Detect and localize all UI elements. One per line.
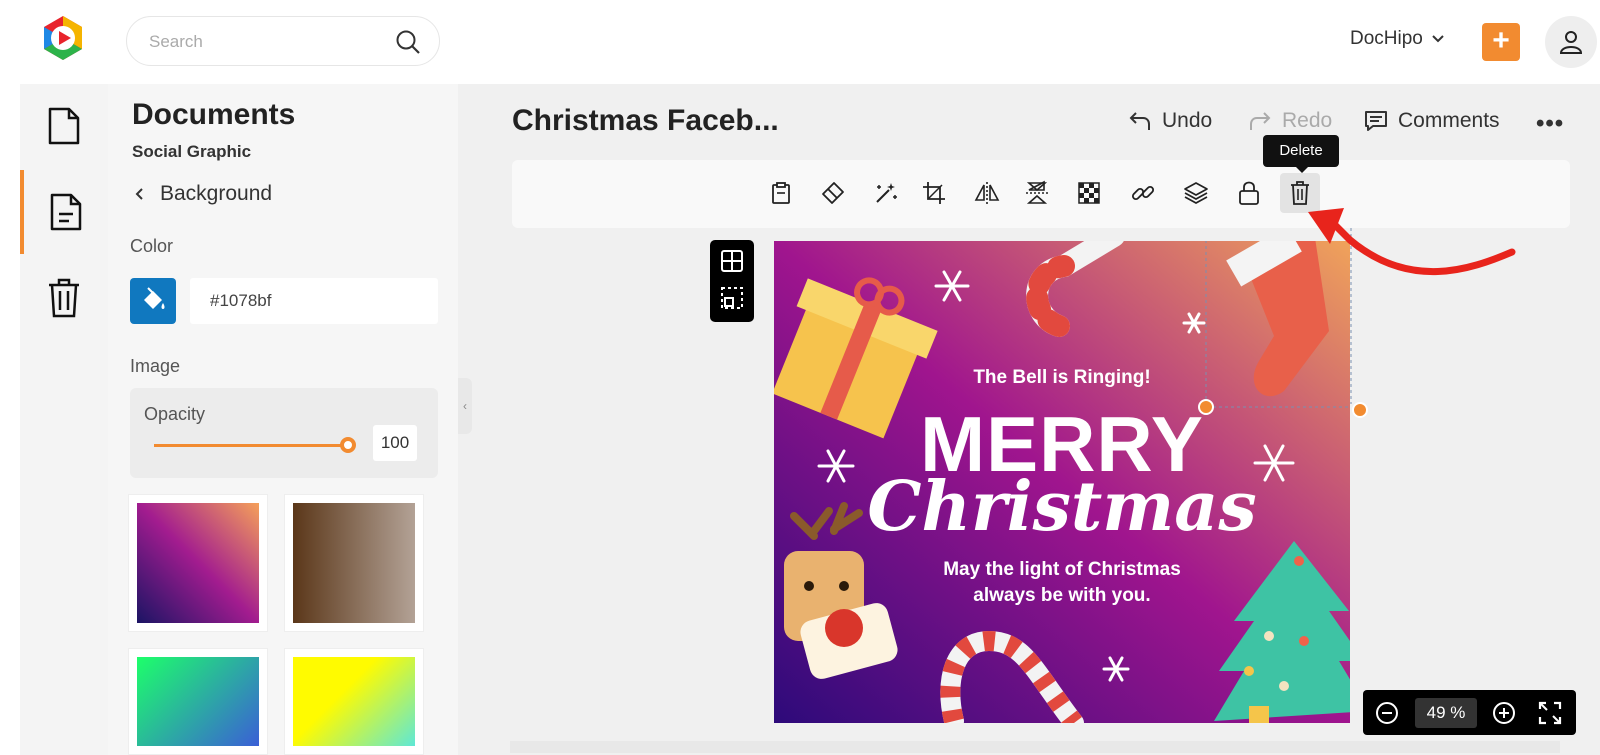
delete-tooltip: Delete bbox=[1263, 135, 1339, 173]
undo-button[interactable]: Undo bbox=[1128, 109, 1212, 133]
opacity-slider-handle[interactable] bbox=[340, 437, 356, 453]
search-icon[interactable] bbox=[395, 29, 421, 55]
layers-button[interactable] bbox=[1176, 173, 1216, 213]
gradient-thumbnail[interactable] bbox=[128, 648, 268, 755]
zoom-out-icon[interactable] bbox=[1375, 701, 1399, 725]
redo-label: Redo bbox=[1282, 109, 1333, 132]
eraser-button[interactable] bbox=[813, 173, 853, 213]
transparency-icon bbox=[1078, 182, 1100, 204]
rail-pages[interactable] bbox=[20, 170, 108, 254]
account-menu[interactable]: DocHipo bbox=[1350, 28, 1445, 50]
comments-label: Comments bbox=[1398, 109, 1500, 132]
transparency-button[interactable] bbox=[1069, 173, 1109, 213]
annotation-arrow bbox=[1308, 208, 1516, 275]
user-icon bbox=[1559, 31, 1583, 54]
design-message-line-2[interactable]: always be with you. bbox=[774, 585, 1350, 607]
trash-icon bbox=[49, 278, 79, 318]
paint-bucket-icon bbox=[144, 287, 165, 309]
search-input[interactable] bbox=[149, 30, 369, 54]
panel-title: Documents bbox=[132, 98, 296, 131]
comments-button[interactable]: Comments bbox=[1364, 109, 1500, 133]
back-button[interactable]: Background bbox=[134, 182, 272, 206]
canvas-side-tools bbox=[710, 240, 754, 322]
zoom-unit: % bbox=[1450, 703, 1466, 722]
crop-icon bbox=[923, 182, 945, 204]
opacity-control: Opacity 100 bbox=[130, 388, 438, 478]
redo-icon bbox=[1250, 112, 1271, 130]
zoom-percent: 49 bbox=[1426, 703, 1446, 722]
flip-horizontal-button[interactable] bbox=[967, 173, 1007, 213]
search-box[interactable] bbox=[126, 16, 440, 66]
background-panel: Documents Social Graphic Background Colo… bbox=[108, 84, 458, 755]
clipboard-button[interactable] bbox=[761, 173, 801, 213]
design-canvas[interactable]: The Bell is Ringing! MERRY Christmas May… bbox=[774, 241, 1350, 723]
rail-documents[interactable] bbox=[20, 84, 108, 168]
undo-icon bbox=[1129, 112, 1150, 130]
grid-icon[interactable] bbox=[721, 250, 743, 272]
clipboard-icon bbox=[772, 182, 790, 204]
lock-button[interactable] bbox=[1229, 173, 1269, 213]
add-button[interactable]: + bbox=[1482, 23, 1520, 61]
lock-icon bbox=[1239, 181, 1259, 205]
flip-vertical-icon bbox=[1026, 180, 1048, 204]
panel-subtitle: Social Graphic bbox=[132, 142, 252, 161]
document-icon bbox=[48, 107, 80, 145]
dochipo-logo[interactable] bbox=[40, 14, 86, 62]
flip-horizontal-icon bbox=[974, 182, 1000, 204]
zoom-control: 49 % bbox=[1363, 690, 1576, 735]
back-label: Background bbox=[160, 182, 273, 205]
link-button[interactable] bbox=[1123, 173, 1163, 213]
eraser-icon bbox=[822, 182, 844, 204]
opacity-value[interactable]: 100 bbox=[373, 425, 417, 461]
chevron-down-icon bbox=[1432, 35, 1444, 43]
top-bar: DocHipo + bbox=[0, 0, 1600, 84]
opacity-label: Opacity bbox=[144, 404, 206, 424]
color-hex-input[interactable] bbox=[190, 278, 438, 324]
crop-button[interactable] bbox=[914, 173, 954, 213]
gradient-thumbnail[interactable] bbox=[128, 494, 268, 632]
collapse-panel-button[interactable]: ‹ bbox=[458, 378, 472, 434]
magic-wand-button[interactable] bbox=[866, 173, 906, 213]
select-area-icon[interactable] bbox=[721, 287, 743, 309]
gradient-thumbnail[interactable] bbox=[284, 648, 424, 755]
opacity-slider-track[interactable] bbox=[154, 444, 350, 447]
image-label: Image bbox=[130, 356, 181, 376]
design-message-line-1[interactable]: May the light of Christmas bbox=[774, 559, 1350, 581]
document-title[interactable]: Christmas Faceb... bbox=[512, 104, 779, 138]
undo-label: Undo bbox=[1162, 109, 1213, 132]
flip-vertical-button[interactable] bbox=[1017, 173, 1057, 213]
layers-icon bbox=[1184, 182, 1208, 204]
fullscreen-icon[interactable] bbox=[1537, 700, 1563, 726]
design-tagline[interactable]: The Bell is Ringing! bbox=[774, 367, 1350, 389]
zoom-value[interactable]: 49 % bbox=[1415, 698, 1477, 728]
rail-trash[interactable] bbox=[20, 256, 108, 340]
chevron-left-icon bbox=[135, 188, 143, 200]
avatar[interactable] bbox=[1545, 16, 1597, 68]
color-picker-button[interactable] bbox=[130, 278, 176, 324]
design-script-text[interactable]: Christmas bbox=[774, 467, 1350, 547]
account-name: DocHipo bbox=[1350, 28, 1423, 49]
page-icon bbox=[50, 193, 82, 231]
magic-wand-icon bbox=[876, 183, 897, 203]
gradient-thumbnail[interactable] bbox=[284, 494, 424, 632]
link-icon bbox=[1131, 185, 1155, 201]
zoom-in-icon[interactable] bbox=[1492, 701, 1516, 725]
redo-button[interactable]: Redo bbox=[1248, 109, 1332, 133]
horizontal-scrollbar[interactable] bbox=[510, 741, 1560, 753]
color-label: Color bbox=[130, 236, 174, 256]
comment-icon bbox=[1365, 111, 1387, 131]
more-options-button[interactable]: ••• bbox=[1536, 110, 1564, 138]
